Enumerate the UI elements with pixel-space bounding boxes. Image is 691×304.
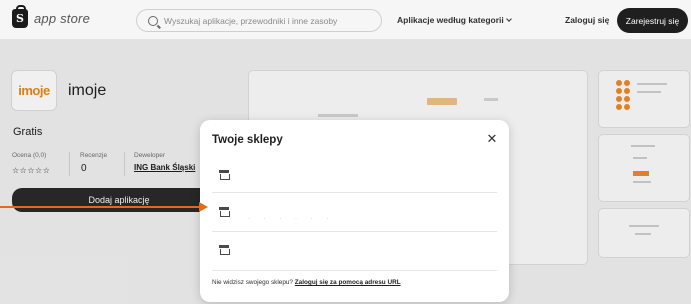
annotation-arrow-line — [0, 206, 200, 208]
shopify-bag-icon: S — [12, 5, 28, 28]
app-store-logo[interactable]: S app store — [12, 5, 91, 28]
search-icon — [148, 15, 158, 26]
store-icon — [219, 170, 230, 180]
store-list-item[interactable] — [200, 155, 509, 193]
register-button[interactable]: Zarejestruj się — [617, 8, 688, 33]
store-list-item[interactable] — [200, 232, 509, 270]
store-icon — [219, 207, 230, 217]
close-icon[interactable]: ✕ — [484, 131, 500, 147]
store-name: · · · · · · — [248, 216, 335, 222]
login-with-url-link[interactable]: Zaloguj się za pomocą adresu URL — [295, 279, 401, 286]
top-navigation-bar: S app store Aplikacje według kategorii Z… — [0, 0, 691, 40]
your-stores-modal: Twoje sklepy ✕ · · · · · · Nie widzisz s… — [200, 120, 509, 302]
modal-footer: Nie widzisz swojego sklepu? Zaloguj się … — [212, 279, 401, 286]
search-bar[interactable] — [136, 9, 382, 32]
chevron-down-icon — [505, 16, 512, 22]
annotation-arrow-head — [199, 202, 208, 212]
search-input[interactable] — [164, 15, 364, 26]
modal-title: Twoje sklepy — [212, 134, 283, 146]
login-link[interactable]: Zaloguj się — [565, 15, 609, 25]
store-divider — [212, 270, 497, 271]
categories-label: Aplikacje według kategorii — [397, 15, 504, 25]
store-icon — [219, 245, 230, 255]
categories-dropdown[interactable]: Aplikacje według kategorii — [397, 15, 512, 25]
footer-text: Nie widzisz swojego sklepu? — [212, 279, 293, 286]
store-list-item[interactable]: · · · · · · — [200, 193, 509, 231]
logo-text: app store — [34, 11, 91, 26]
